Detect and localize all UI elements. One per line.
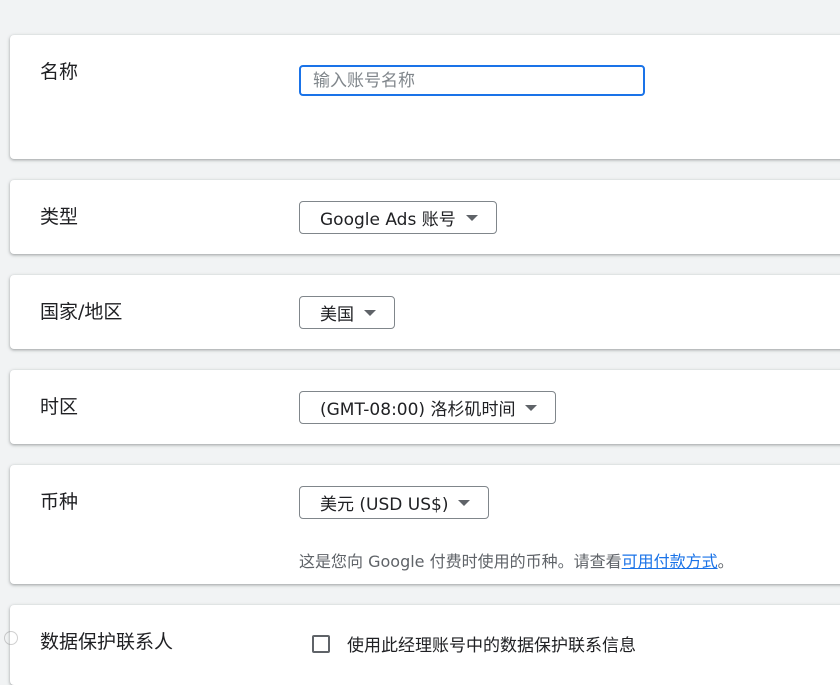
type-card: 类型 Google Ads 账号 [10, 180, 840, 254]
dropdown-caret-icon [465, 214, 478, 221]
data-protection-checkbox-label: 使用此经理账号中的数据保护联系信息 [347, 636, 636, 656]
watermark [4, 631, 22, 645]
data-protection-checkbox-row[interactable]: 使用此经理账号中的数据保护联系信息 [312, 631, 636, 656]
watermark-icon [4, 631, 18, 645]
dropdown-caret-icon [364, 309, 376, 316]
name-card: 名称 [10, 35, 840, 159]
currency-label: 币种 [40, 491, 79, 513]
name-field-wrapper [299, 65, 645, 96]
currency-card: 币种 美元 (USD US$) 这是您向 Google 付费时使用的币种。请查看… [10, 465, 840, 584]
dropdown-caret-icon [525, 404, 538, 411]
data-protection-card: 数据保护联系人 使用此经理账号中的数据保护联系信息 [10, 605, 840, 685]
country-value: 美国 [320, 305, 354, 325]
account-type-select[interactable]: Google Ads 账号 [299, 201, 497, 234]
account-type-value: Google Ads 账号 [320, 210, 456, 230]
data-protection-checkbox[interactable] [312, 634, 330, 653]
type-label: 类型 [40, 206, 79, 228]
timezone-label: 时区 [40, 396, 79, 418]
currency-helper-text-body: 这是您向 Google 付费时使用的币种。请查看 [299, 552, 622, 571]
country-label: 国家/地区 [40, 301, 123, 323]
timezone-card: 时区 (GMT-08:00) 洛杉矶时间 [10, 370, 840, 444]
dropdown-caret-icon [458, 499, 471, 506]
currency-helper-text: 这是您向 Google 付费时使用的币种。请查看可用付款方式。 [299, 548, 734, 572]
currency-select[interactable]: 美元 (USD US$) [299, 486, 490, 519]
currency-helper-suffix: 。 [717, 552, 734, 571]
account-name-input[interactable] [299, 65, 645, 96]
name-label: 名称 [40, 61, 79, 83]
timezone-value: (GMT-08:00) 洛杉矶时间 [320, 400, 516, 420]
timezone-select[interactable]: (GMT-08:00) 洛杉矶时间 [299, 391, 557, 424]
data-protection-label: 数据保护联系人 [40, 631, 174, 653]
payment-methods-link[interactable]: 可用付款方式 [622, 552, 718, 571]
currency-value: 美元 (USD US$) [320, 495, 449, 515]
country-card: 国家/地区 美国 [10, 275, 840, 349]
country-select[interactable]: 美国 [299, 296, 395, 329]
